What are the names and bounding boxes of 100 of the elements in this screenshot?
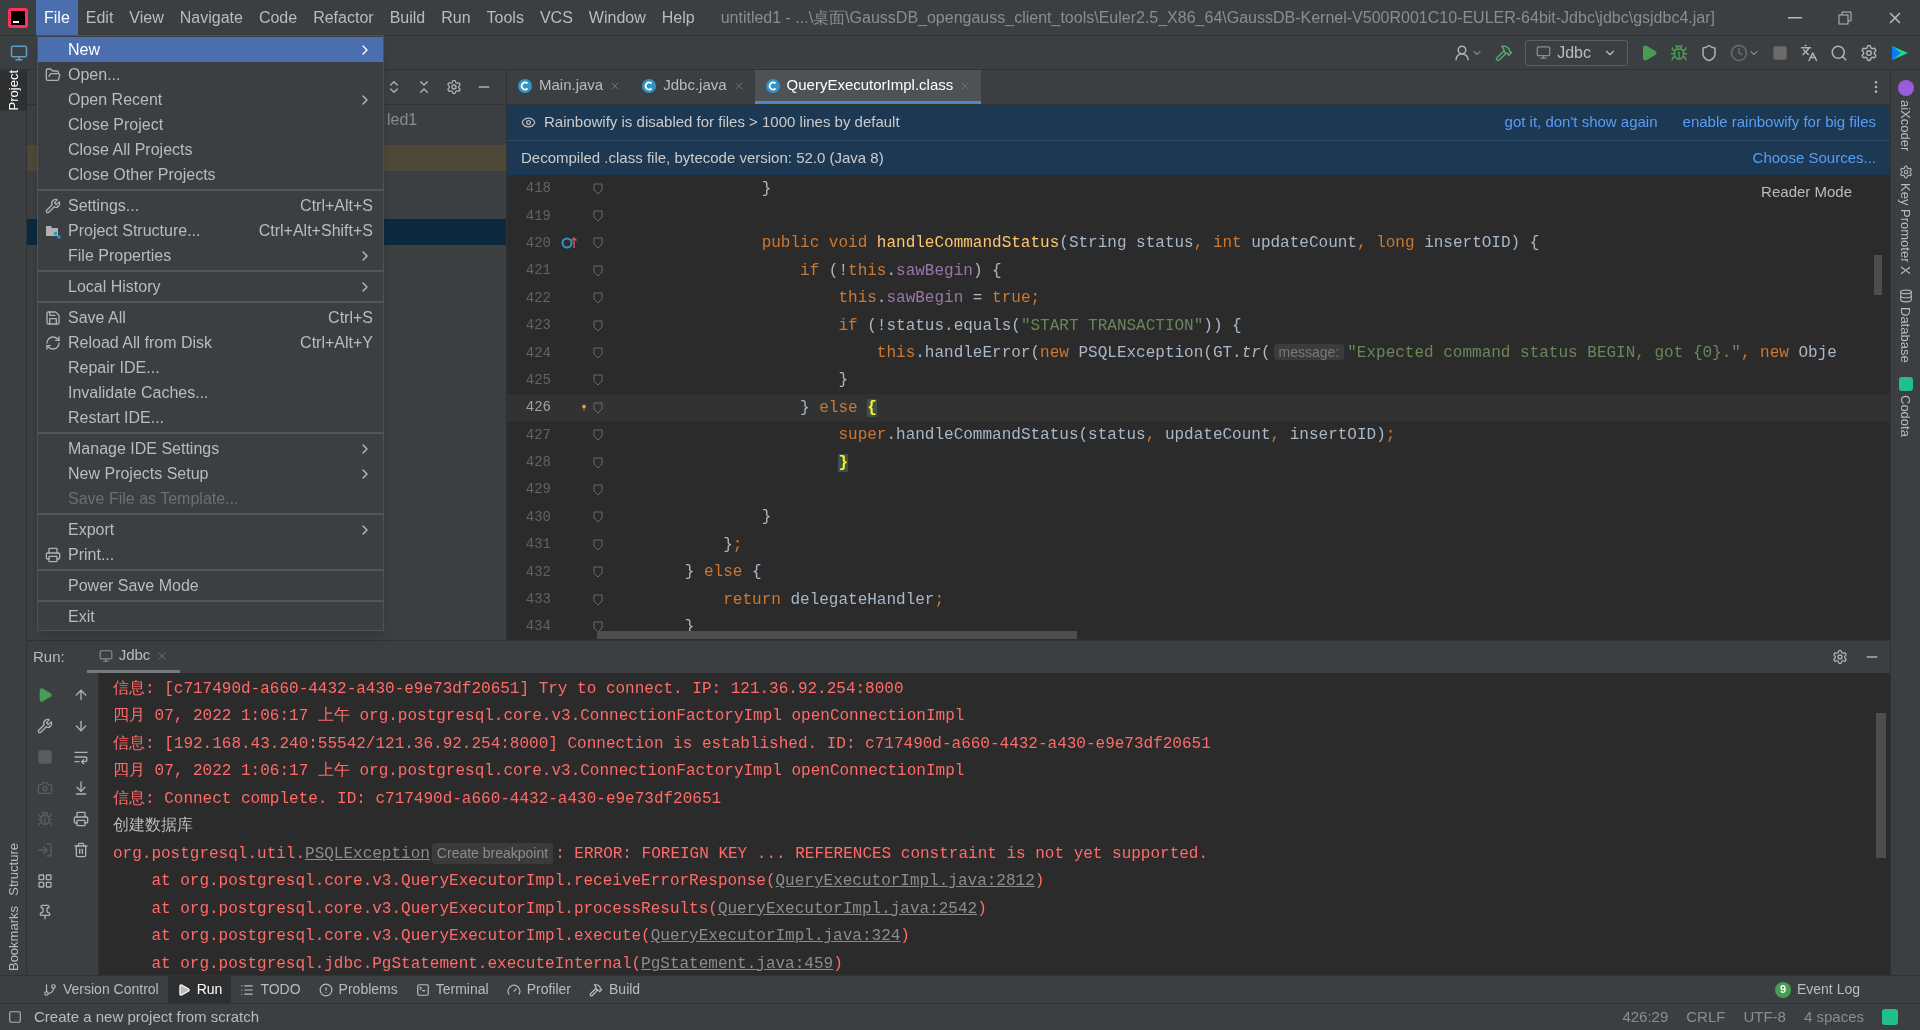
tool-window-button[interactable]: Problems (309, 975, 407, 1004)
menu-bar-item[interactable]: View (121, 0, 172, 35)
layout-icon[interactable] (37, 873, 53, 889)
editor-tab[interactable]: Main.java (507, 70, 632, 104)
menu-item[interactable]: Open Recent (38, 87, 383, 112)
tool-window-button[interactable]: Build (580, 975, 650, 1004)
notice-link[interactable]: got it, don't show again (1504, 111, 1658, 134)
tool-window-tab[interactable]: Key Promoter X (1895, 165, 1916, 276)
fold-marker-icon[interactable] (592, 319, 603, 332)
fold-marker-icon[interactable] (592, 511, 603, 524)
fold-marker-icon[interactable] (592, 456, 603, 469)
menu-item[interactable]: New (38, 37, 383, 62)
tool-window-button[interactable]: Terminal (406, 975, 498, 1004)
editor-tab[interactable]: QueryExecutorImpl.class (754, 70, 982, 104)
menu-item[interactable]: Reload All from Disk Ctrl+Alt+Y (38, 330, 383, 355)
fold-marker-icon[interactable] (592, 593, 603, 606)
coverage-icon[interactable] (1700, 43, 1718, 62)
tool-window-tab[interactable]: Project (0, 70, 27, 111)
choose-sources-link[interactable]: Choose Sources... (1752, 146, 1876, 170)
editor-tab[interactable]: Jdbc.java (631, 70, 755, 104)
fold-marker-icon[interactable] (592, 566, 603, 579)
menu-item[interactable]: Close Other Projects (38, 162, 383, 187)
menu-item[interactable]: Exit (38, 604, 383, 629)
scrollbar-thumb[interactable] (1874, 255, 1882, 295)
menu-item[interactable]: Save All Ctrl+S (38, 305, 383, 330)
run-config-dropdown[interactable]: Jdbc (1525, 39, 1628, 66)
plugin-status-icon[interactable] (1882, 1009, 1898, 1025)
menu-item[interactable]: Export (38, 517, 383, 542)
reader-mode-toggle[interactable]: Reader Mode (1761, 181, 1852, 204)
tool-window-tab[interactable]: Structure (0, 843, 27, 896)
status-toggle-icon[interactable] (8, 1010, 22, 1024)
event-log-button[interactable]: 9 Event Log (1774, 979, 1860, 1000)
settings-icon[interactable] (446, 79, 462, 95)
menu-item[interactable]: Open... (38, 62, 383, 87)
tool-window-tab[interactable]: Database (1895, 289, 1916, 363)
fold-marker-icon[interactable] (592, 347, 603, 360)
menu-bar-item[interactable]: Window (580, 0, 654, 35)
menu-item[interactable]: Settings... Ctrl+Alt+S (38, 193, 383, 218)
rerun-icon[interactable] (37, 687, 53, 703)
tool-window-button[interactable]: Profiler (497, 975, 580, 1004)
menu-item[interactable]: Close Project (38, 112, 383, 137)
menu-bar-item[interactable]: Edit (77, 0, 122, 35)
fold-marker-icon[interactable] (592, 484, 603, 496)
menu-bar-item[interactable]: Help (653, 0, 703, 35)
debug-icon[interactable] (1670, 43, 1688, 62)
pin-icon[interactable] (37, 904, 53, 920)
menu-item[interactable]: Local History (38, 274, 383, 299)
menu-item[interactable]: Project Structure... Ctrl+Alt+Shift+S (38, 218, 383, 243)
menu-item[interactable]: Repair IDE... (38, 355, 383, 380)
trash-icon[interactable] (72, 842, 89, 858)
fold-marker-icon[interactable] (592, 374, 603, 387)
menu-bar-item[interactable]: Refactor (305, 0, 382, 35)
run-icon[interactable] (1640, 43, 1658, 62)
tool-window-tab[interactable]: Bookmarks (0, 905, 27, 971)
menu-item[interactable]: Invalidate Caches... (38, 380, 383, 405)
menu-bar-item[interactable]: Build (381, 0, 434, 35)
bug-icon[interactable] (37, 811, 53, 827)
fold-marker-icon[interactable] (592, 264, 603, 277)
scrollbar-thumb[interactable] (1876, 713, 1886, 858)
fold-marker-icon[interactable] (592, 620, 603, 633)
tool-window-tab[interactable]: Codota (1895, 376, 1916, 437)
menu-item[interactable]: Power Save Mode (38, 573, 383, 598)
camera-icon[interactable] (37, 780, 53, 796)
project-tree-item[interactable]: led1 (387, 108, 418, 132)
print-icon[interactable] (72, 811, 89, 827)
build-icon[interactable] (1495, 43, 1514, 62)
menu-bar-item[interactable]: VCS (531, 0, 581, 35)
fold-marker-icon[interactable] (592, 292, 603, 305)
settings-icon[interactable] (1832, 649, 1848, 665)
tool-window-tab[interactable]: aiXcoder (1895, 80, 1916, 152)
menu-item[interactable]: Manage IDE Settings (38, 436, 383, 461)
menu-bar-item[interactable]: Run (433, 0, 479, 35)
tool-window-button[interactable]: Run (167, 975, 232, 1004)
menu-bar-item[interactable]: Code (250, 0, 306, 35)
status-bar-item[interactable]: UTF-8 (1743, 1005, 1786, 1029)
wrench-icon[interactable] (37, 718, 53, 734)
menu-bar-item[interactable]: Tools (478, 0, 532, 35)
notice-link[interactable]: enable rainbowify for big files (1682, 111, 1876, 134)
scrollbar-thumb[interactable] (597, 631, 1077, 639)
menu-item[interactable]: Restart IDE... (38, 405, 383, 430)
status-bar-item[interactable]: CRLF (1686, 1005, 1726, 1029)
status-bar-item[interactable]: 4 spaces (1803, 1005, 1864, 1029)
fold-marker-icon[interactable] (592, 538, 603, 551)
status-bar-item[interactable]: 426:29 (1622, 1005, 1669, 1029)
stop-icon[interactable] (1772, 44, 1788, 61)
profile-dropdown[interactable] (1730, 43, 1760, 62)
override-icon[interactable] (561, 236, 577, 251)
fold-marker-icon[interactable] (592, 182, 603, 195)
menu-item[interactable]: New Projects Setup (38, 461, 383, 486)
settings-icon[interactable] (1860, 43, 1878, 62)
fold-marker-icon[interactable] (592, 429, 603, 442)
user-dropdown[interactable] (1453, 43, 1484, 62)
search-icon[interactable] (1830, 43, 1848, 62)
tool-window-button[interactable]: Version Control (34, 975, 168, 1004)
menu-bar-item[interactable]: File (36, 0, 78, 35)
project-view-icon[interactable] (10, 43, 28, 62)
menu-item[interactable]: Print... (38, 542, 383, 567)
translate-icon[interactable] (1800, 43, 1818, 62)
menu-item[interactable]: Close All Projects (38, 137, 383, 162)
stop-icon[interactable] (37, 749, 53, 765)
